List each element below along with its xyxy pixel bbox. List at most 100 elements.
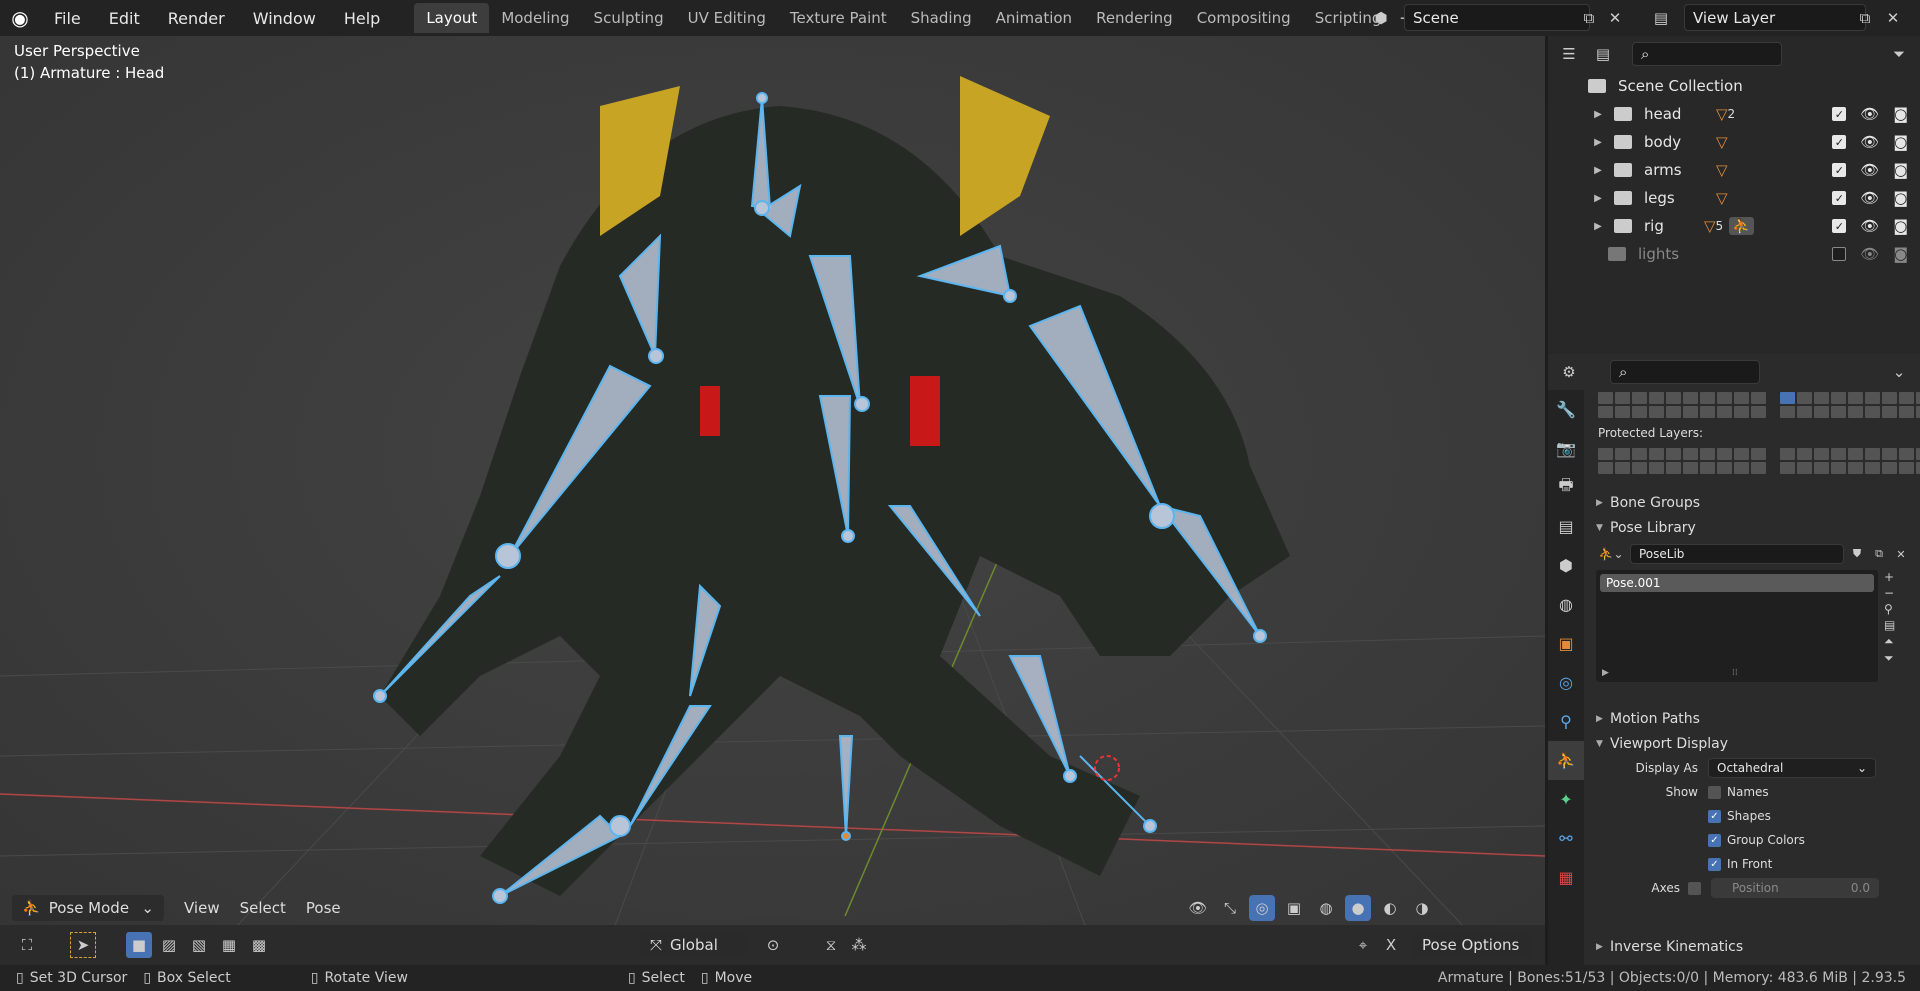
action-icon[interactable]: ⛹⌄ xyxy=(1596,544,1626,564)
select-extend-icon[interactable]: ▨ xyxy=(156,932,182,958)
pose-mirror-icon[interactable]: ⌖ xyxy=(1350,932,1376,958)
pivot-icon[interactable]: ⊙ xyxy=(760,932,786,958)
scene-name-field[interactable]: Scene xyxy=(1404,4,1590,31)
sanitize-icon[interactable]: ▤ xyxy=(1884,618,1895,632)
select-invert-icon[interactable]: ▦ xyxy=(216,932,242,958)
camera-icon[interactable]: ◙ xyxy=(1893,245,1908,263)
select-intersect-icon[interactable]: ▩ xyxy=(246,932,272,958)
eye-icon[interactable]: 👁 xyxy=(1860,189,1879,207)
snap-grid-icon[interactable]: ⁂ xyxy=(846,932,872,958)
bone-groups-panel[interactable]: ▶ Bone Groups xyxy=(1588,490,1920,515)
menu-render[interactable]: Render xyxy=(154,9,239,28)
camera-icon[interactable]: ◙ xyxy=(1893,105,1908,123)
rendered-shading-icon[interactable]: ◑ xyxy=(1409,895,1435,921)
tab-shading[interactable]: Shading xyxy=(899,3,984,33)
select-tool-icon[interactable]: ➤ xyxy=(70,932,96,958)
viewport-menu-pose[interactable]: Pose xyxy=(306,899,341,917)
new-view-layer-icon[interactable]: ⧉ xyxy=(1852,5,1878,31)
view-layer-tab-icon[interactable]: ▤ xyxy=(1548,507,1584,546)
world-tab-icon[interactable]: ◍ xyxy=(1548,585,1584,624)
scene-collection-row[interactable]: Scene Collection xyxy=(1548,72,1920,100)
eye-icon[interactable]: 👁 xyxy=(1860,105,1879,123)
delete-scene-icon[interactable]: ✕ xyxy=(1602,5,1628,31)
tab-sculpting[interactable]: Sculpting xyxy=(582,3,676,33)
constraints-tab-icon[interactable]: ⚲ xyxy=(1548,702,1584,741)
names-checkbox[interactable] xyxy=(1708,785,1721,799)
view-layer-icon[interactable]: ▤ xyxy=(1648,5,1674,31)
material-shading-icon[interactable]: ◐ xyxy=(1377,895,1403,921)
bone-tab-icon[interactable]: ✦ xyxy=(1548,780,1584,819)
menu-file[interactable]: File xyxy=(40,9,95,28)
expand-icon[interactable]: ▶ xyxy=(1588,165,1608,176)
eye-icon[interactable]: 👁 xyxy=(1860,133,1879,151)
pose-library-header[interactable]: ▼ Pose Library xyxy=(1588,515,1920,540)
properties-editor-icon[interactable]: ⚙ xyxy=(1556,359,1582,385)
tab-layout[interactable]: Layout xyxy=(414,3,490,33)
eye-icon[interactable]: 👁 xyxy=(1860,245,1879,263)
snap-icon[interactable]: ⧖ xyxy=(818,932,844,958)
camera-icon[interactable]: ◙ xyxy=(1893,161,1908,179)
expand-icon[interactable]: ▶ xyxy=(1588,137,1608,148)
select-new-icon[interactable]: ■ xyxy=(126,932,152,958)
texture-tab-icon[interactable]: ▦ xyxy=(1548,858,1584,897)
inverse-kinematics-panel[interactable]: ▶ Inverse Kinematics xyxy=(1588,934,1920,959)
render-tab-icon[interactable]: 📷 xyxy=(1548,429,1584,468)
visibility-icon[interactable]: 👁 xyxy=(1185,895,1211,921)
collection-row-legs[interactable]: ▶ legs ▽ ✓ 👁 ◙ xyxy=(1548,184,1920,212)
tool-tab-icon[interactable]: 🔧 xyxy=(1548,390,1584,429)
poselib-name-field[interactable]: PoseLib xyxy=(1630,544,1844,564)
scene-icon[interactable]: ⬢ xyxy=(1368,5,1394,31)
protected-grid-right[interactable] xyxy=(1780,448,1920,474)
pose-list-item[interactable]: Pose.001 xyxy=(1600,574,1874,592)
exclude-checkbox[interactable]: ✓ xyxy=(1832,191,1847,205)
add-pose-icon[interactable]: + xyxy=(1884,570,1895,584)
menu-window[interactable]: Window xyxy=(239,9,330,28)
xray-icon[interactable]: ▣ xyxy=(1281,895,1307,921)
display-as-dropdown[interactable]: Octahedral ⌄ xyxy=(1708,758,1876,778)
delete-view-layer-icon[interactable]: ✕ xyxy=(1880,5,1906,31)
viewport-menu-select[interactable]: Select xyxy=(240,899,286,917)
collection-row-body[interactable]: ▶ body ▽ ✓ 👁 ◙ xyxy=(1548,128,1920,156)
object-tab-icon[interactable]: ▣ xyxy=(1548,624,1584,663)
blender-logo-icon[interactable]: ◉ xyxy=(0,0,40,36)
camera-icon[interactable]: ◙ xyxy=(1893,217,1908,235)
tab-texture-paint[interactable]: Texture Paint xyxy=(778,3,899,33)
expand-icon[interactable]: ▶ xyxy=(1588,109,1608,120)
properties-search-input[interactable]: ⌕ xyxy=(1610,360,1760,384)
eye-icon[interactable]: 👁 xyxy=(1860,217,1879,235)
collection-row-lights[interactable]: lights 👁 ◙ xyxy=(1548,240,1920,268)
tab-modeling[interactable]: Modeling xyxy=(489,3,581,33)
layers-grid-right[interactable] xyxy=(1780,392,1920,418)
display-mode-icon[interactable]: ▤ xyxy=(1590,41,1616,67)
eye-icon[interactable]: 👁 xyxy=(1860,161,1879,179)
exclude-checkbox[interactable]: ✓ xyxy=(1832,219,1847,233)
output-tab-icon[interactable]: 🖶 xyxy=(1548,468,1584,507)
scene-tab-icon[interactable]: ⬢ xyxy=(1548,546,1584,585)
tab-compositing[interactable]: Compositing xyxy=(1185,3,1303,33)
expand-icon[interactable]: ▶ xyxy=(1588,193,1608,204)
move-up-icon[interactable]: ⏶ xyxy=(1884,634,1895,649)
3d-viewport[interactable]: User Perspective (1) Armature : Head ⛹ P… xyxy=(0,36,1545,965)
pose-list[interactable]: Pose.001 ▶ ⁞⁞ xyxy=(1596,570,1878,682)
resize-handle-icon[interactable]: ⁞⁞ xyxy=(1732,668,1738,678)
editor-type-icon[interactable]: ⛶ xyxy=(14,932,40,958)
apply-pose-icon[interactable]: ⚲ xyxy=(1884,602,1895,616)
group-colors-checkbox[interactable]: ✓ xyxy=(1708,833,1721,847)
orientation-dropdown[interactable]: ⤧ Global xyxy=(640,932,746,958)
exclude-checkbox[interactable]: ✓ xyxy=(1832,135,1847,149)
chevron-down-icon[interactable]: ⌄ xyxy=(1886,359,1912,385)
modifier-tab-icon[interactable]: ◎ xyxy=(1548,663,1584,702)
protected-grid-left[interactable] xyxy=(1598,448,1766,474)
expand-icon[interactable]: ▶ xyxy=(1602,668,1609,678)
motion-paths-panel[interactable]: ▶ Motion Paths xyxy=(1588,706,1920,731)
menu-edit[interactable]: Edit xyxy=(95,9,154,28)
camera-icon[interactable]: ◙ xyxy=(1893,189,1908,207)
pose-options-dropdown[interactable]: Pose Options xyxy=(1412,932,1532,958)
camera-icon[interactable]: ◙ xyxy=(1893,133,1908,151)
viewport-display-header[interactable]: ▼ Viewport Display xyxy=(1588,731,1920,756)
exclude-checkbox[interactable]: ✓ xyxy=(1832,107,1847,121)
tab-animation[interactable]: Animation xyxy=(984,3,1084,33)
viewport-menu-view[interactable]: View xyxy=(184,899,220,917)
copy-icon[interactable]: ⧉ xyxy=(1870,544,1888,564)
collection-row-head[interactable]: ▶ head ▽ 2 ✓ 👁 ◙ xyxy=(1548,100,1920,128)
